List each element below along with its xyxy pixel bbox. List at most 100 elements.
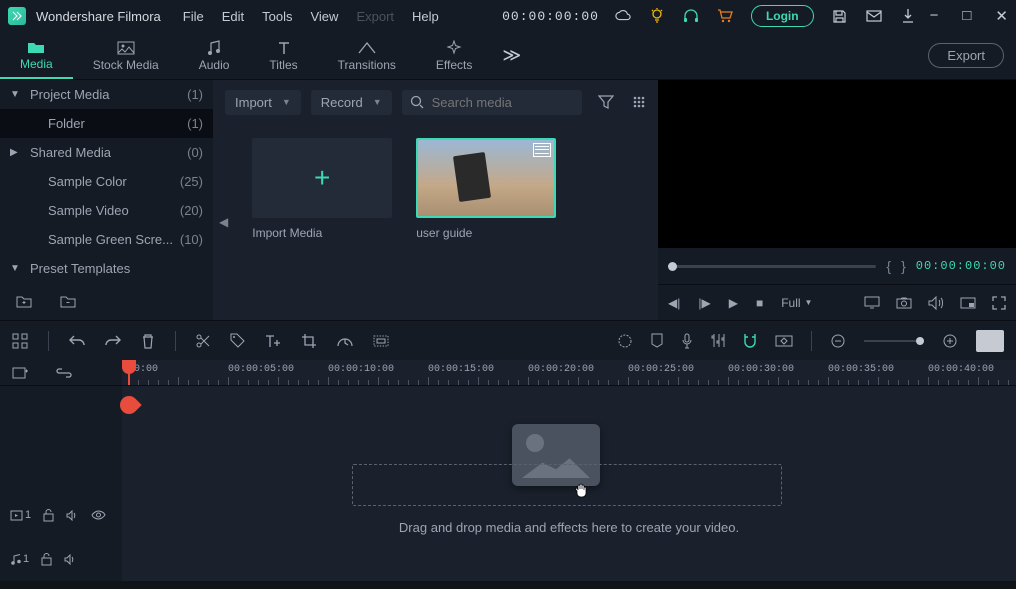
mute-icon[interactable] [66, 510, 79, 521]
import-dropdown[interactable]: Import▼ [225, 90, 301, 115]
menu-tools[interactable]: Tools [262, 9, 292, 24]
tab-stock-media[interactable]: Stock Media [73, 34, 179, 78]
volume-icon[interactable] [928, 296, 944, 310]
color-icon[interactable] [373, 335, 389, 347]
timeline-track-area[interactable]: Drag and drop media and effects here to … [122, 386, 1016, 581]
mix-icon[interactable] [617, 333, 633, 349]
prev-frame-button[interactable]: ◀| [668, 296, 680, 310]
pip-icon[interactable] [960, 297, 976, 309]
ruler-time-label: 00:00:15:00 [428, 364, 494, 375]
import-media-slot[interactable]: + Import Media [252, 138, 392, 240]
add-track-icon[interactable] [12, 366, 28, 380]
split-button[interactable] [196, 333, 210, 349]
sidebar-item-sample-color[interactable]: Sample Color(25) [0, 167, 213, 196]
speed-icon[interactable] [337, 335, 353, 347]
menu-file[interactable]: File [183, 9, 204, 24]
marker-icon[interactable] [651, 333, 663, 348]
lightbulb-icon[interactable] [649, 8, 665, 24]
zoom-slider[interactable] [864, 340, 924, 342]
timeline-view-toggle[interactable] [976, 330, 1004, 352]
separator [48, 331, 49, 351]
stop-button[interactable]: ■ [756, 296, 763, 310]
zoom-out-button[interactable] [830, 333, 846, 349]
cloud-icon[interactable] [615, 8, 631, 24]
sidebar-item-project-media[interactable]: ▼Project Media(1) [0, 80, 213, 109]
delete-button[interactable] [141, 333, 155, 349]
audio-mixer-icon[interactable] [711, 333, 725, 348]
add-text-icon[interactable] [265, 334, 281, 348]
record-dropdown[interactable]: Record▼ [311, 90, 392, 115]
audio-track-icon: 1 [10, 553, 29, 566]
media-item-user-guide[interactable]: user guide [416, 138, 556, 240]
video-thumbnail [416, 138, 556, 218]
tab-audio[interactable]: Audio [179, 34, 250, 78]
add-folder-icon[interactable] [16, 294, 32, 308]
grid-prev-arrow[interactable]: ◀ [219, 215, 228, 229]
menu-view[interactable]: View [310, 9, 338, 24]
separator [811, 331, 812, 351]
tab-titles[interactable]: Titles [249, 34, 317, 78]
media-toolbar: Import▼ Record▼ [213, 80, 658, 124]
mute-icon[interactable] [64, 554, 77, 565]
menu-help[interactable]: Help [412, 9, 439, 24]
keyframe-icon[interactable] [775, 335, 793, 347]
voiceover-icon[interactable] [681, 333, 693, 349]
mark-in-button[interactable]: { [886, 258, 891, 274]
magnet-icon[interactable] [743, 333, 757, 348]
minimize-button[interactable]: − [930, 7, 939, 25]
visibility-icon[interactable] [91, 510, 106, 520]
grid-view-icon[interactable] [632, 95, 646, 109]
undo-button[interactable] [69, 334, 85, 348]
save-icon[interactable] [832, 8, 848, 24]
sidebar-item-count: (20) [180, 203, 203, 218]
export-button[interactable]: Export [928, 43, 1004, 68]
play-button[interactable]: ▶ [729, 296, 738, 310]
remove-folder-icon[interactable] [60, 294, 76, 308]
lock-icon[interactable] [41, 553, 52, 566]
close-button[interactable]: ✕ [995, 7, 1008, 25]
zoom-in-button[interactable] [942, 333, 958, 349]
tag-icon[interactable] [230, 333, 245, 348]
tab-transitions[interactable]: Transitions [318, 34, 416, 78]
download-icon[interactable] [900, 8, 916, 24]
media-item-label: Import Media [252, 226, 392, 240]
arrange-icon[interactable] [12, 333, 28, 349]
sidebar-item-sample-green-screen[interactable]: Sample Green Scre...(10) [0, 225, 213, 254]
mark-out-button[interactable]: } [901, 258, 906, 274]
sidebar-item-folder[interactable]: Folder(1) [0, 109, 213, 138]
mail-icon[interactable] [866, 8, 882, 24]
audio-track-header[interactable]: 1 [0, 537, 122, 581]
link-icon[interactable] [56, 368, 72, 378]
redo-button[interactable] [105, 334, 121, 348]
tab-label: Audio [199, 58, 230, 72]
timeline-ruler[interactable]: 00:0000:00:05:0000:00:10:0000:00:15:0000… [122, 360, 1016, 385]
menu-edit[interactable]: Edit [222, 9, 244, 24]
headphones-icon[interactable] [683, 8, 699, 24]
preview-viewport[interactable] [658, 80, 1016, 248]
playhead[interactable] [128, 360, 130, 385]
sidebar-item-shared-media[interactable]: ▶Shared Media(0) [0, 138, 213, 167]
preview-timecode: 00:00:00:00 [916, 259, 1006, 273]
media-grid: ◀ + Import Media user guide [213, 124, 658, 320]
filter-icon[interactable] [598, 95, 614, 109]
login-button[interactable]: Login [751, 5, 814, 27]
music-note-icon [207, 40, 221, 56]
sidebar-item-sample-video[interactable]: Sample Video(20) [0, 196, 213, 225]
lock-icon[interactable] [43, 509, 54, 522]
next-frame-button[interactable]: |▶ [698, 296, 710, 310]
sidebar-item-preset-templates[interactable]: ▼Preset Templates [0, 254, 213, 282]
crop-icon[interactable] [301, 333, 317, 349]
snapshot-icon[interactable] [896, 297, 912, 309]
tab-media[interactable]: Media [0, 33, 73, 79]
video-track-header[interactable]: 1 [0, 493, 122, 537]
display-icon[interactable] [864, 296, 880, 309]
timeline-drop-zone[interactable] [352, 464, 782, 506]
more-tabs-button[interactable]: ≫ [502, 45, 521, 66]
tab-effects[interactable]: Effects [416, 34, 492, 78]
maximize-button[interactable]: □ [962, 7, 971, 25]
fullscreen-icon[interactable] [992, 296, 1006, 310]
quality-dropdown[interactable]: Full▼ [781, 296, 812, 310]
cart-icon[interactable] [717, 8, 733, 24]
preview-scrubber[interactable] [668, 265, 876, 268]
search-input[interactable] [432, 95, 574, 110]
